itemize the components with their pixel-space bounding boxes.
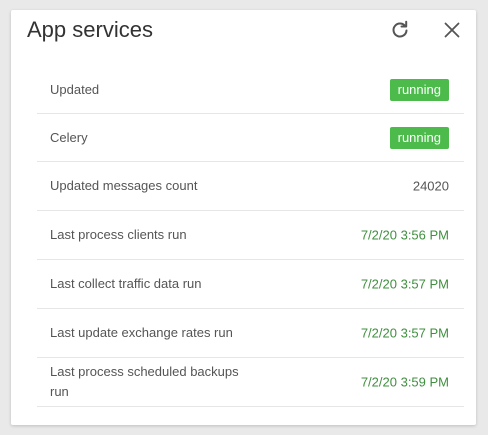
dialog-header: App services [11,10,476,66]
status-badge: running [389,126,449,149]
services-list: Updated running Celery running Updated m… [37,66,464,407]
row-label: Last process clients run [50,227,187,242]
row-label: Updated [50,81,100,97]
row-label: Last update exchange rates run [50,325,233,340]
row-timestamp: 7/2/20 3:57 PM [360,276,449,292]
row-timestamp: 7/2/20 3:57 PM [360,325,449,341]
service-row-process-clients: Last process clients run 7/2/20 3:56 PM [37,211,464,260]
service-row-updated: Updated running [37,66,464,114]
close-button[interactable] [440,18,464,42]
service-row-messages-count: Updated messages count 24020 [37,162,464,211]
status-badge: running [389,78,449,101]
refresh-button[interactable] [388,18,412,42]
service-row-scheduled-backups: Last process scheduled backups run 7/2/2… [37,358,464,407]
dialog-title: App services [27,17,153,42]
service-row-celery: Celery running [37,114,464,162]
row-timestamp: 7/2/20 3:59 PM [360,374,449,390]
row-value: 24020 [412,178,449,194]
row-label: Last process scheduled backups run [50,364,239,399]
app-services-dialog: App services Updated running Celery runn… [11,10,476,425]
row-label: Last collect traffic data run [50,276,202,291]
row-label: Celery [50,129,88,145]
refresh-icon [390,20,410,40]
close-icon [444,22,460,38]
service-row-collect-traffic: Last collect traffic data run 7/2/20 3:5… [37,260,464,309]
row-label: Updated messages count [50,178,198,193]
service-row-exchange-rates: Last update exchange rates run 7/2/20 3:… [37,309,464,358]
row-timestamp: 7/2/20 3:56 PM [360,227,449,243]
